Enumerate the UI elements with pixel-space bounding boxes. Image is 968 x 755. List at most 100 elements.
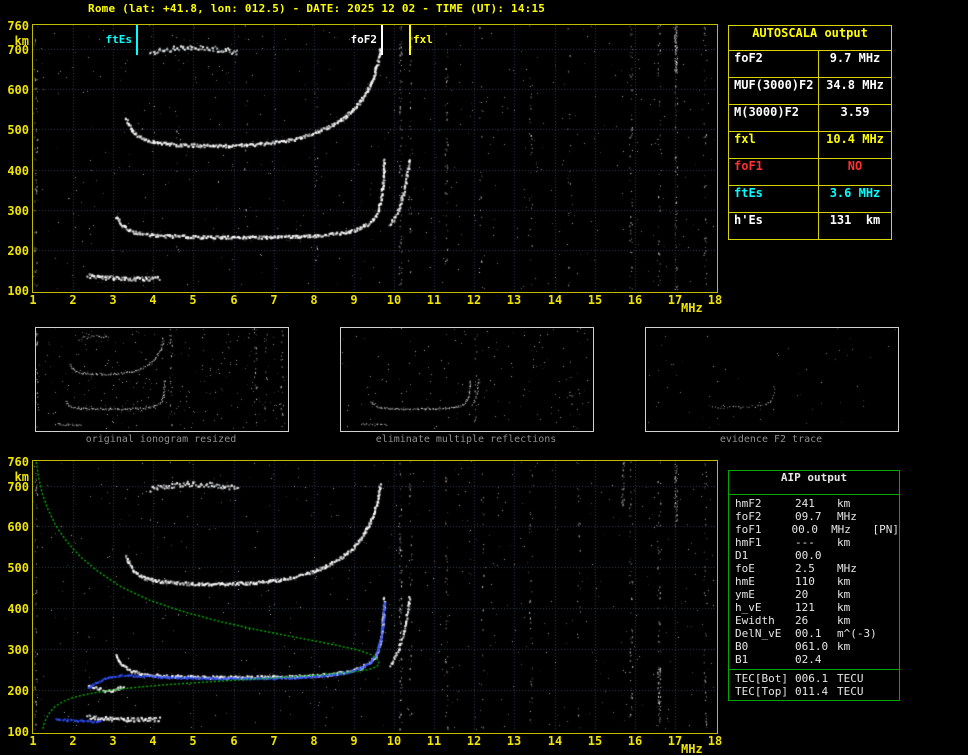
autoscala-row-label: foF1 xyxy=(729,159,819,185)
aip-row: B0 061.0 km xyxy=(729,640,899,653)
y-axis-tick: 500 xyxy=(7,561,29,575)
panel-eliminate-reflections xyxy=(340,327,594,432)
autoscala-row: ftEs 3.6 MHz xyxy=(729,186,891,213)
aip-row-label: foE xyxy=(735,562,755,575)
bottom-ionogram-canvas xyxy=(33,461,715,731)
x-axis-tick: 18 xyxy=(707,293,723,307)
fxl-marker-label: fxl xyxy=(413,33,433,46)
aip-row-extra xyxy=(881,575,899,588)
x-axis-tick: 6 xyxy=(230,293,238,307)
autoscala-row-label: MUF(3000)F2 xyxy=(729,78,819,104)
aip-row-value: 006.1 xyxy=(795,672,829,685)
aip-row: ymE 20 km xyxy=(729,588,899,601)
x-axis-tick: 13 xyxy=(506,734,522,748)
aip-row-value: 00.1 xyxy=(795,627,822,640)
autoscala-table-title: AUTOSCALA output xyxy=(729,26,891,51)
x-axis-tick: 18 xyxy=(707,734,723,748)
aip-row-extra: [PN] xyxy=(872,523,900,536)
x-axis-tick: 4 xyxy=(149,734,157,748)
aip-row: B1 02.4 xyxy=(729,653,899,666)
aip-row-extra xyxy=(881,672,899,685)
aip-row-unit: m^(-3) xyxy=(837,627,877,640)
window-title: Rome (lat: +41.8, lon: 012.5) - DATE: 20… xyxy=(88,2,546,15)
aip-row-extra xyxy=(881,601,899,614)
aip-row-label: ymE xyxy=(735,588,755,601)
y-axis-tick: 300 xyxy=(7,643,29,657)
aip-row: foE 2.5 MHz xyxy=(729,562,899,575)
x-axis-tick: 9 xyxy=(350,734,358,748)
aip-row-unit xyxy=(837,549,881,562)
aip-row-unit: MHz xyxy=(831,523,851,536)
ftEs-marker-line xyxy=(136,25,138,55)
aip-row-value: 00.0 xyxy=(795,549,822,562)
aip-row-extra xyxy=(881,640,899,653)
autoscala-output-table: AUTOSCALA output foF2 9.7 MHz MUF(3000)F… xyxy=(728,25,892,240)
autoscala-row-label: fxl xyxy=(729,132,819,158)
aip-row-extra xyxy=(881,614,899,627)
foF2-marker-line xyxy=(381,25,383,55)
x-axis-tick: 5 xyxy=(189,293,197,307)
autoscala-table-rows: foF2 9.7 MHz MUF(3000)F2 34.8 MHz M(3000… xyxy=(729,51,891,239)
x-axis-tick: 11 xyxy=(426,734,442,748)
x-axis-unit: MHz xyxy=(681,742,703,755)
aip-row: TEC[Bot] 006.1 TECU xyxy=(729,672,899,685)
aip-row-extra xyxy=(881,549,899,562)
aip-row-extra xyxy=(881,685,899,698)
caption-original-ionogram: original ionogram resized xyxy=(85,434,237,445)
top-ionogram-canvas xyxy=(33,25,715,290)
x-axis-tick: 14 xyxy=(547,734,563,748)
aip-row-extra xyxy=(881,562,899,575)
aip-row-label: B1 xyxy=(735,653,749,666)
x-axis-tick: 2 xyxy=(69,293,77,307)
aip-row-label: foF1 xyxy=(735,523,762,536)
aip-row-extra xyxy=(881,497,899,510)
aip-row-value: 061.0 xyxy=(795,640,829,653)
autoscala-row: M(3000)F2 3.59 xyxy=(729,105,891,132)
aip-output-table: AIP output hmF2 241 km foF2 09.7 MHz foF… xyxy=(728,470,900,701)
autoscala-row-value: 9.7 MHz xyxy=(829,51,881,65)
aip-row-label: TEC[Bot] xyxy=(735,672,788,685)
aip-row-unit: km xyxy=(837,497,851,510)
aip-row-value: 110 xyxy=(795,575,815,588)
aip-row-unit: km xyxy=(837,536,851,549)
x-axis-tick: 12 xyxy=(466,293,482,307)
aip-row: hmF1 --- km xyxy=(729,536,899,549)
aip-row-value: --- xyxy=(795,536,815,549)
aip-row-unit: km xyxy=(837,588,851,601)
x-axis-tick: 8 xyxy=(310,293,318,307)
autoscala-row-label: foF2 xyxy=(729,51,819,77)
x-axis-tick: 11 xyxy=(426,293,442,307)
aip-row-unit: km xyxy=(837,640,851,653)
x-axis-tick: 10 xyxy=(386,293,402,307)
foF2-marker-label: foF2 xyxy=(350,33,378,46)
x-axis-tick: 9 xyxy=(350,293,358,307)
aip-row-unit: km xyxy=(837,575,851,588)
y-axis-tick: 600 xyxy=(7,83,29,97)
autoscala-row-label: M(3000)F2 xyxy=(729,105,819,131)
y-axis-tick: 500 xyxy=(7,123,29,137)
panel-evidence-canvas xyxy=(646,328,896,429)
autoscala-window: Rome (lat: +41.8, lon: 012.5) - DATE: 20… xyxy=(0,0,968,755)
panel-original-canvas xyxy=(36,328,286,429)
aip-row-value: 09.7 xyxy=(795,510,822,523)
aip-row-unit: TECU xyxy=(837,685,864,698)
aip-row-unit: MHz xyxy=(837,510,857,523)
autoscala-row-label: ftEs xyxy=(729,186,819,212)
autoscala-row-value: 131 km xyxy=(829,213,881,227)
autoscala-row: foF2 9.7 MHz xyxy=(729,51,891,78)
x-axis-tick: 6 xyxy=(230,734,238,748)
aip-row-label: hmF1 xyxy=(735,536,762,549)
aip-row-label: foF2 xyxy=(735,510,762,523)
aip-row-label: DelN_vE xyxy=(735,627,782,640)
aip-row-unit: MHz xyxy=(837,562,857,575)
x-axis-tick: 4 xyxy=(149,293,157,307)
x-axis-tick: 3 xyxy=(109,293,117,307)
aip-row-extra xyxy=(881,627,899,640)
aip-row-label: B0 xyxy=(735,640,749,653)
fxl-marker-line xyxy=(409,25,411,55)
x-axis-tick: 14 xyxy=(547,293,563,307)
aip-row: TEC[Top] 011.4 TECU xyxy=(729,685,899,698)
x-axis-tick: 16 xyxy=(627,734,643,748)
aip-table-title: AIP output xyxy=(729,471,899,495)
aip-row-value: 121 xyxy=(795,601,815,614)
